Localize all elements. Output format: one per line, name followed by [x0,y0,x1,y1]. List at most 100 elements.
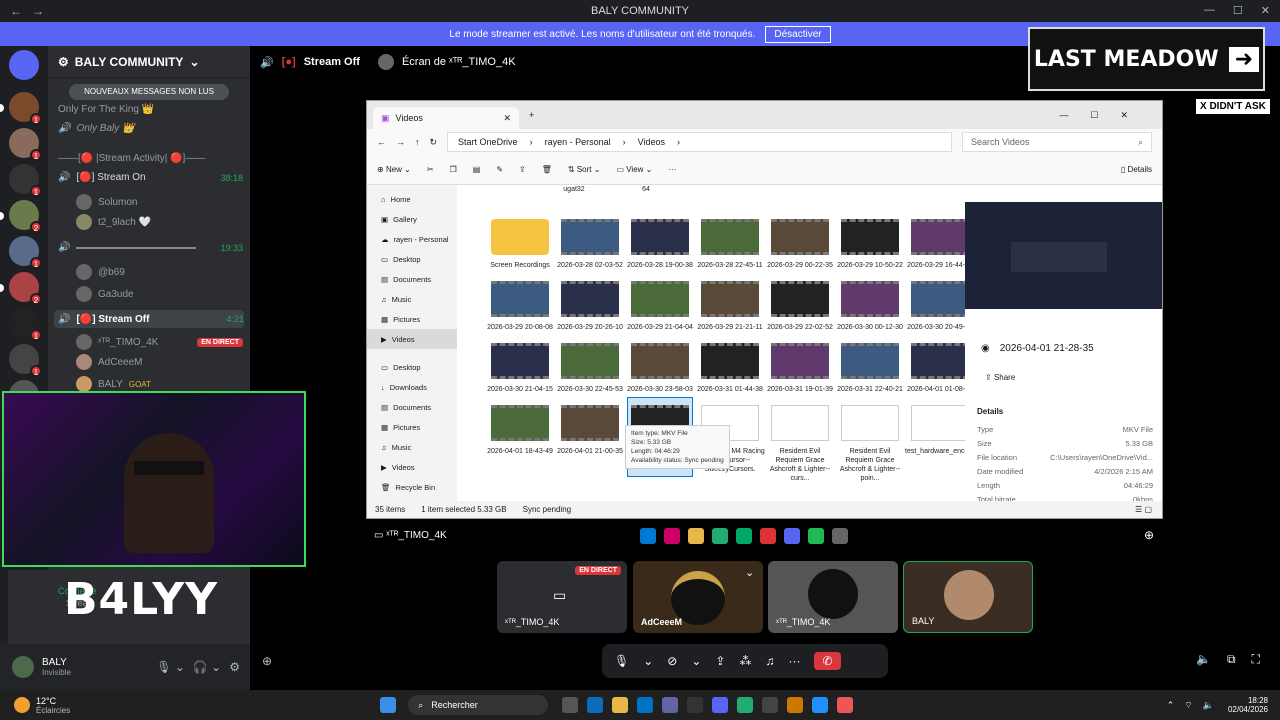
nav-item[interactable]: ▭ Desktop [367,357,457,377]
chevron-down-icon[interactable]: ⌄ [643,654,653,668]
nav-item[interactable]: ↓ Downloads [367,377,457,397]
voice-channel[interactable]: 🔊 19:33 [58,242,243,253]
voice-user[interactable]: BALY GOAT [76,376,243,392]
screen-share-icon[interactable]: ⇪ [715,654,725,668]
camera-off-icon[interactable]: ⊘ [667,654,677,668]
file-label[interactable]: 2026-03-29 20-26-10 [555,323,625,332]
search-input[interactable]: Search Videos ⌕ [962,132,1152,152]
weather-widget[interactable]: 12°C Éclaircies [14,696,70,715]
file-label[interactable]: 2026-03-29 10-50-22 [835,261,905,270]
window-controls[interactable]: —☐✕ [1059,110,1150,121]
delete-icon[interactable]: 🗑 [542,165,552,174]
video-thumbnail[interactable] [911,343,969,379]
video-thumbnail[interactable] [841,343,899,379]
nav-item[interactable]: ♫ Music [367,289,457,309]
back-arrow-icon[interactable]: ← [377,137,386,147]
nav-item[interactable]: ▦ Pictures [367,417,457,437]
participant-tile[interactable]: BALY [903,561,1033,633]
add-tab-icon[interactable]: + [529,110,534,120]
file-label[interactable]: Screen Recordings [485,261,555,270]
video-thumbnail[interactable] [771,219,829,255]
guild-header[interactable]: ⚙ BALY COMMUNITY ⌄ [48,46,250,78]
nav-item[interactable]: 🗑 Recycle Bin [367,477,457,497]
file-label[interactable]: 2026-03-29 00-22-35 [765,261,835,270]
copy-icon[interactable]: ❐ [450,165,457,174]
new-messages-pill[interactable]: NOUVEAUX MESSAGES NON LUS [69,84,229,100]
new-button[interactable]: ⊕ New ⌄ [377,165,411,174]
zoom-icon[interactable]: ⊕ [1144,528,1154,542]
sort-button[interactable]: ⇅ Sort ⌄ [568,165,601,174]
video-thumbnail[interactable] [561,343,619,379]
address-bar[interactable]: Start OneDrive › rayen - Personal › Videos › [447,132,952,152]
settings-gear-icon[interactable]: ⚙ [229,660,240,674]
volume-icon[interactable]: 🔈 [1203,700,1214,711]
voice-user[interactable]: AdCeeeM [76,354,243,370]
voice-user[interactable]: Solumon [76,194,243,210]
file-label[interactable]: 2026-03-30 00-12-30 [835,323,905,332]
fullscreen-icon[interactable]: ⛶ [1252,652,1260,667]
rename-icon[interactable]: ✎ [496,165,503,174]
file-label[interactable]: 2026-03-29 22-02-52 [765,323,835,332]
taskbar-search[interactable]: ⌕ Rechercher [408,695,549,715]
file-label[interactable]: 2026-04-01 21-00-35 [555,447,625,456]
discord-home-icon[interactable] [9,50,39,80]
video-thumbnail[interactable] [911,405,969,441]
file-label[interactable]: 2026-03-30 23-58-03 [625,385,695,394]
video-thumbnail[interactable] [631,281,689,317]
file-label[interactable]: 2026-03-29 20-08-08 [485,323,555,332]
up-arrow-icon[interactable]: ↑ [415,137,420,147]
video-thumbnail[interactable] [911,219,969,255]
clock[interactable]: 18:28 02/04/2026 [1228,696,1268,714]
video-thumbnail[interactable] [911,281,969,317]
channel-item[interactable]: Only For The King 👑 [58,104,243,115]
network-icon[interactable]: ⌔ [1184,700,1192,711]
file-label[interactable]: 2026-03-28 02-03-52 [555,261,625,270]
channel-item[interactable]: 🔊 Only Baly 👑 [58,123,243,134]
file-label[interactable]: Resident Evil Requiem Grace Ashcroft & L… [835,447,905,483]
add-user-icon[interactable]: ⊕ [262,654,272,668]
file-label[interactable]: 2026-03-31 01-44-38 [695,385,765,394]
share-button[interactable]: ⇪ Share [985,373,1015,382]
view-button[interactable]: ▭ View ⌄ [616,165,652,174]
start-icon[interactable] [380,697,397,713]
file-label[interactable]: 2026-04-01 18-43-49 [485,447,555,456]
details-button[interactable]: ▯ Details [1121,165,1152,174]
video-thumbnail[interactable] [701,343,759,379]
video-thumbnail[interactable] [561,219,619,255]
server-icon[interactable]: 2 [9,200,42,233]
server-icon[interactable]: 1 [9,92,42,125]
more-icon[interactable]: ··· [668,165,676,174]
server-icon[interactable]: 1 [9,128,42,161]
file-label[interactable]: 2026-03-28 19-00-38 [625,261,695,270]
file-label[interactable]: 2026-03-30 21-04-15 [485,385,555,394]
maximize-icon[interactable]: ☐ [1233,4,1243,17]
video-thumbnail[interactable] [771,405,829,441]
folder-icon[interactable] [491,219,549,255]
file-label[interactable]: 2026-03-28 22-45-11 [695,261,765,270]
server-icon[interactable]: 1 [9,236,42,269]
nav-item[interactable]: ⌂ Home [367,189,457,209]
nav-item[interactable]: ▶ Videos [367,457,457,477]
participant-tile[interactable]: ˣᵀᴿ_TIMO_4K [768,561,898,633]
popout-icon[interactable]: ⧉ [1227,652,1236,667]
video-thumbnail[interactable] [561,281,619,317]
disable-button[interactable]: Désactiver [765,25,831,43]
voice-user[interactable]: Ga3ude [76,286,243,302]
file-label[interactable]: 2026-03-31 19-01-39 [765,385,835,394]
video-thumbnail[interactable] [771,343,829,379]
file-label[interactable]: 2026-03-31 22-40-21 [835,385,905,394]
video-thumbnail[interactable] [841,405,899,441]
video-thumbnail[interactable] [841,281,899,317]
file-label[interactable]: 2026-03-30 22-45-53 [555,385,625,394]
nav-item[interactable]: ▶ Videos [367,329,457,349]
file-label[interactable]: 2026-03-29 21-21-11 [695,323,765,332]
nav-item[interactable]: ▣ Gallery [367,209,457,229]
nav-item[interactable]: ▤ Documents [367,397,457,417]
view-toggle-icon[interactable]: ☰ ▢ [1135,505,1152,514]
video-thumbnail[interactable] [561,405,619,441]
nav-item[interactable]: ▤ Documents [367,269,457,289]
more-icon[interactable]: ··· [788,654,800,668]
voice-user[interactable]: ˣᵀᴿ_TIMO_4K EN DIRECT [76,334,243,350]
soundboard-icon[interactable]: ♫ [765,654,774,668]
video-thumbnail[interactable] [491,405,549,441]
